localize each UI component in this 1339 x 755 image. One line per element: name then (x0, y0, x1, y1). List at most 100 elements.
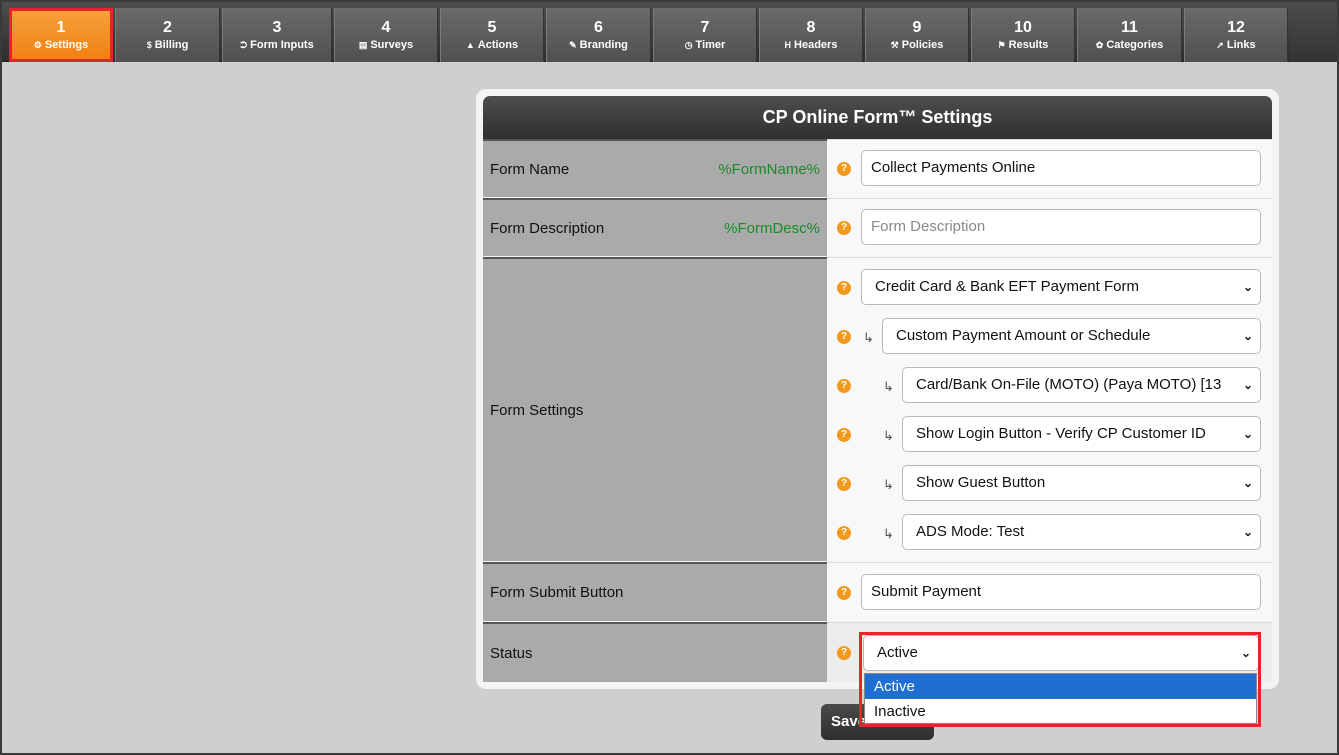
tab-number: 3 (272, 19, 282, 36)
form-settings-label: Form Settings (490, 401, 584, 419)
tab-label: Actions (477, 39, 519, 51)
payment-form-type-select[interactable]: Credit Card & Bank EFT Payment Form ⌄ (861, 269, 1261, 305)
tab-billing[interactable]: 2 $ Billing (115, 8, 220, 62)
help-icon[interactable]: ? (837, 379, 851, 393)
submit-button-text-input[interactable]: Submit Payment (861, 574, 1261, 610)
chevron-down-icon: ⌄ (1242, 329, 1253, 343)
form-name-row-label: Form Name %FormName% (483, 139, 827, 197)
help-icon[interactable]: ? (837, 281, 851, 295)
tab-links[interactable]: 12 ➚ Links (1184, 8, 1288, 62)
help-icon[interactable]: ? (837, 526, 851, 540)
tab-branding[interactable]: 6 ✎ Branding (546, 8, 651, 62)
sub-arrow-icon: ↳ (883, 477, 894, 492)
select-value: Custom Payment Amount or Schedule (896, 327, 1151, 344)
tab-label: Headers (794, 39, 838, 51)
sub-arrow-icon: ↳ (883, 526, 894, 541)
status-highlight-box (859, 632, 1261, 727)
help-icon[interactable]: ? (837, 428, 851, 442)
help-icon[interactable]: ? (837, 330, 851, 344)
sub-arrow-icon: ↳ (883, 428, 894, 443)
top-tab-bar: 1 ⚙ Settings 2 $ Billing 3 ⮊ Form Inputs 4 … (2, 2, 1337, 62)
tab-settings[interactable]: 1 ⚙ Settings (9, 8, 113, 62)
guest-button-select[interactable]: Show Guest Button ⌄ (902, 465, 1261, 501)
dollar-icon: $ (146, 40, 152, 50)
form-name-label: Form Name (490, 160, 570, 178)
tab-label: Links (1226, 39, 1256, 51)
sub-arrow-icon: ↳ (863, 330, 874, 345)
cubes-icon: ✿ (1095, 40, 1104, 50)
tab-number: 8 (806, 19, 816, 36)
list-icon: ▤ (358, 40, 368, 50)
help-icon[interactable]: ? (837, 221, 851, 235)
tab-number: 7 (700, 19, 710, 36)
tab-actions[interactable]: 5 ▲ Actions (440, 8, 544, 62)
user-icon: ▲ (465, 40, 475, 50)
select-value: Card/Bank On-File (MOTO) (Paya MOTO) [13 (916, 376, 1222, 393)
chevron-down-icon: ⌄ (1242, 476, 1253, 490)
tab-number: 2 (163, 19, 172, 36)
tab-label: Timer (695, 39, 726, 51)
tab-number: 11 (1121, 19, 1138, 36)
tab-policies[interactable]: 9 ⚒ Policies (865, 8, 969, 62)
pointer-icon: ➚ (1216, 40, 1224, 50)
status-row-label: Status (483, 622, 827, 682)
tabbar-filler (1290, 8, 1337, 62)
tab-number: 6 (594, 19, 603, 36)
header-icon: H (784, 40, 792, 50)
chevron-down-icon: ⌄ (1242, 427, 1253, 441)
chevron-down-icon: ⌄ (1242, 280, 1253, 294)
payment-amount-select[interactable]: Custom Payment Amount or Schedule ⌄ (882, 318, 1261, 354)
tab-number: 4 (381, 19, 391, 36)
tab-form-inputs[interactable]: 3 ⮊ Form Inputs (222, 8, 332, 62)
login-button-select[interactable]: Show Login Button - Verify CP Customer I… (902, 416, 1261, 452)
tab-label: Categories (1106, 39, 1164, 51)
form-description-row-label: Form Description %FormDesc% (483, 198, 827, 256)
tab-number: 5 (487, 19, 497, 36)
help-icon[interactable]: ? (837, 586, 851, 600)
tab-number: 9 (912, 19, 922, 36)
tab-number: 1 (56, 19, 66, 36)
gear-icon: ⚙ (33, 40, 42, 50)
tab-label: Branding (579, 39, 628, 51)
brush-icon: ✎ (569, 40, 577, 50)
sign-in-icon: ⮊ (240, 40, 248, 50)
status-label: Status (490, 644, 533, 662)
chevron-down-icon: ⌄ (1242, 525, 1253, 539)
clock-icon: ◷ (684, 40, 693, 50)
tab-label: Results (1008, 39, 1049, 51)
tab-label: Surveys (370, 39, 414, 51)
form-settings-row-label: Form Settings (483, 257, 827, 561)
tab-categories[interactable]: 11 ✿ Categories (1077, 8, 1182, 62)
tab-label: Billing (154, 39, 189, 51)
tab-label: Settings (44, 39, 89, 51)
form-description-input[interactable]: Form Description (861, 209, 1261, 245)
ads-mode-select[interactable]: ADS Mode: Test ⌄ (902, 514, 1261, 550)
tab-label: Form Inputs (250, 39, 314, 51)
tab-surveys[interactable]: 4 ▤ Surveys (334, 8, 438, 62)
tab-headers[interactable]: 8 H Headers (759, 8, 863, 62)
tab-label: Policies (901, 39, 944, 51)
tab-number: 10 (1014, 19, 1032, 36)
form-name-variable: %FormName% (718, 160, 820, 178)
tab-results[interactable]: 10 ⚑ Results (971, 8, 1075, 62)
form-name-input[interactable]: Collect Payments Online (861, 150, 1261, 186)
help-icon[interactable]: ? (837, 477, 851, 491)
help-icon[interactable]: ? (837, 646, 851, 660)
panel-title: CP Online Form™ Settings (483, 96, 1272, 139)
chevron-down-icon: ⌄ (1242, 378, 1253, 392)
submit-button-row-label: Form Submit Button (483, 562, 827, 621)
help-icon[interactable]: ? (837, 162, 851, 176)
tab-timer[interactable]: 7 ◷ Timer (653, 8, 757, 62)
gavel-icon: ⚒ (890, 40, 899, 50)
select-value: Show Login Button - Verify CP Customer I… (916, 425, 1206, 442)
form-description-variable: %FormDesc% (724, 219, 820, 237)
select-value: ADS Mode: Test (916, 523, 1025, 540)
payment-gateway-select[interactable]: Card/Bank On-File (MOTO) (Paya MOTO) [13… (902, 367, 1261, 403)
submit-button-label: Form Submit Button (490, 584, 624, 601)
flag-icon: ⚑ (997, 40, 1006, 50)
tab-number: 12 (1227, 19, 1245, 36)
select-value: Credit Card & Bank EFT Payment Form (875, 278, 1139, 295)
sub-arrow-icon: ↳ (883, 379, 894, 394)
form-description-label: Form Description (490, 219, 605, 237)
select-value: Show Guest Button (916, 474, 1046, 491)
